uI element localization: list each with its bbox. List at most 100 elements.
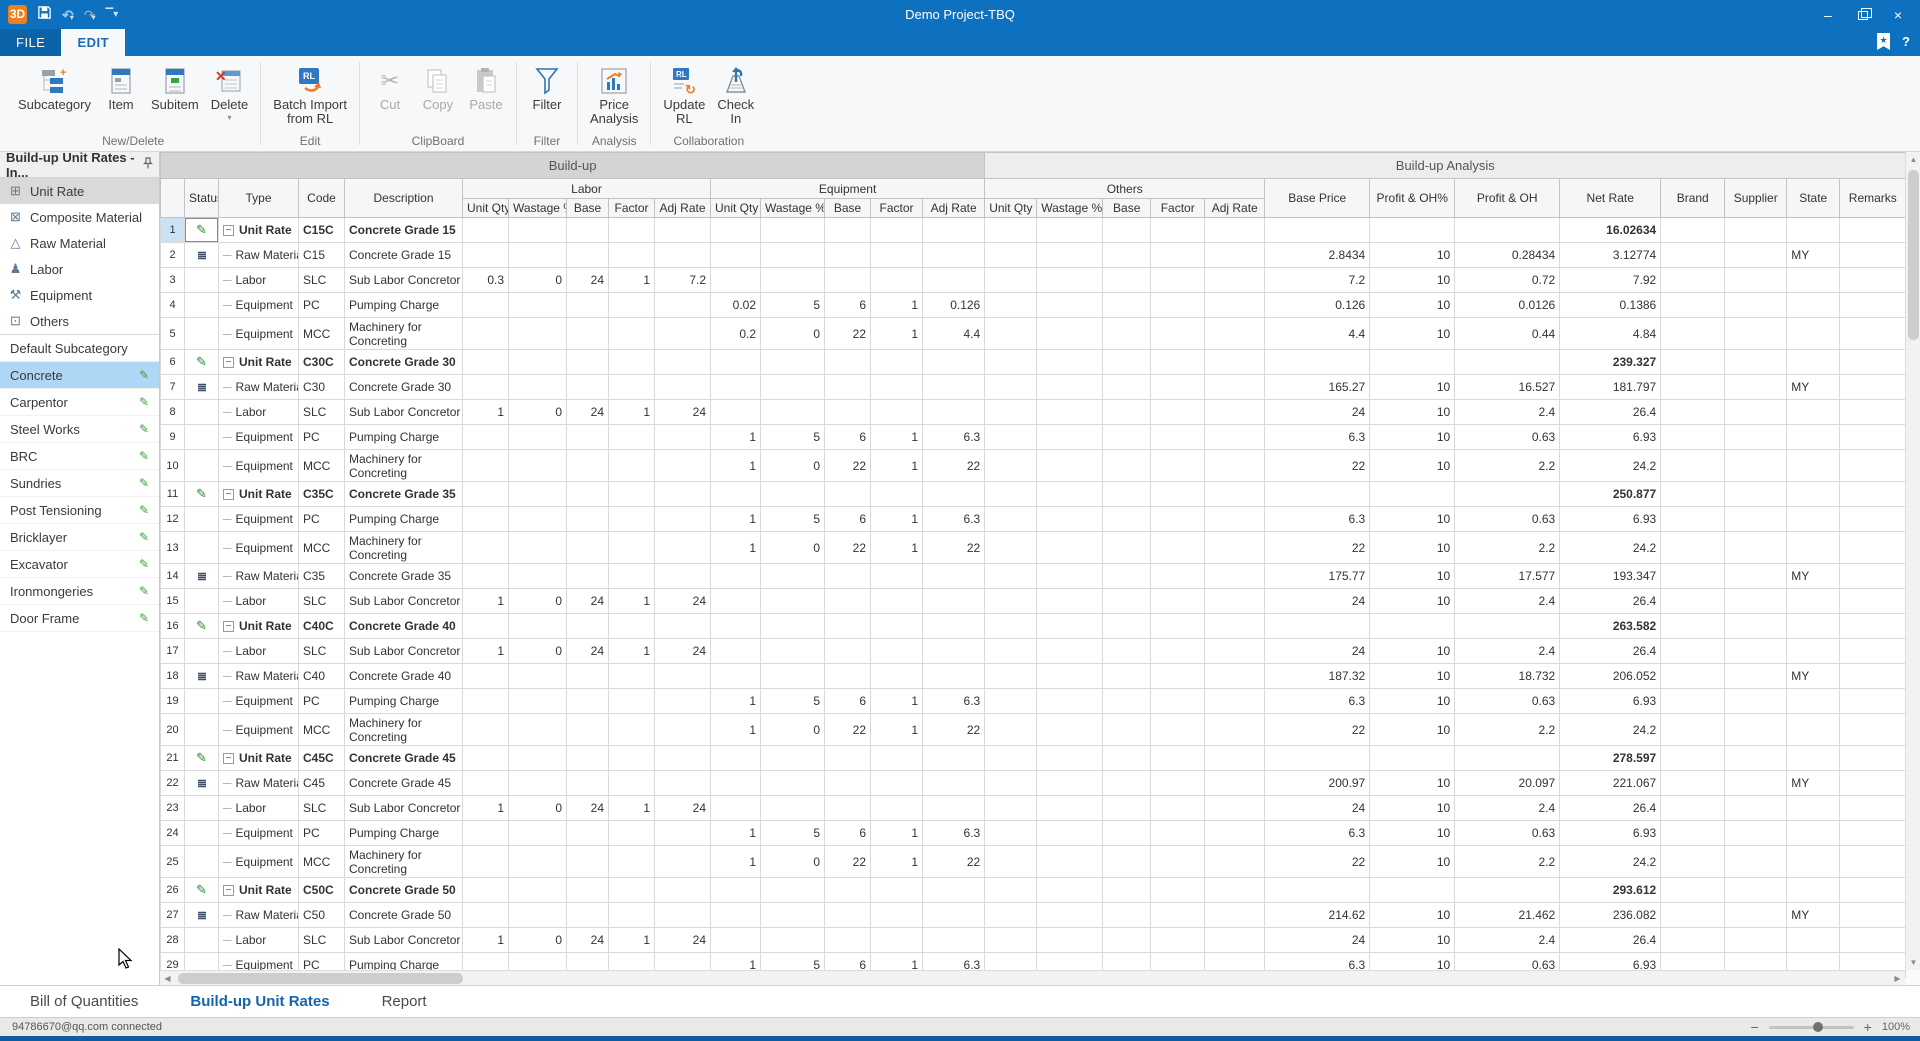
supplier-cell[interactable] (1725, 268, 1787, 293)
others-value-cell[interactable] (1037, 746, 1103, 771)
labor-value-cell[interactable]: 24 (655, 639, 711, 664)
equip-value-cell[interactable]: 6 (825, 689, 871, 714)
labor-value-cell[interactable] (567, 532, 609, 564)
others-value-cell[interactable] (985, 375, 1037, 400)
type-cell[interactable]: −Unit Rate (219, 878, 299, 903)
equip-value-cell[interactable] (871, 243, 923, 268)
others-value-cell[interactable] (1205, 589, 1265, 614)
labor-value-cell[interactable] (609, 318, 655, 350)
state-cell[interactable] (1787, 928, 1840, 953)
sub-header-wastage-[interactable]: Wastage % (761, 199, 825, 218)
labor-value-cell[interactable]: 0.3 (463, 268, 509, 293)
description-cell[interactable]: Pumping Charge (345, 507, 463, 532)
equip-value-cell[interactable] (711, 639, 761, 664)
equip-value-cell[interactable] (871, 928, 923, 953)
profit-oh-cell[interactable]: 21.462 (1455, 903, 1560, 928)
equip-value-cell[interactable] (871, 218, 923, 243)
base-price-cell[interactable]: 24 (1265, 796, 1370, 821)
table-row[interactable]: 24─EquipmentPCPumping Charge15616.36.310… (161, 821, 1906, 846)
others-value-cell[interactable] (985, 450, 1037, 482)
equip-value-cell[interactable] (825, 243, 871, 268)
labor-value-cell[interactable]: 1 (463, 639, 509, 664)
profit-oh-cell[interactable]: 0.63 (1455, 507, 1560, 532)
labor-value-cell[interactable] (463, 746, 509, 771)
equip-value-cell[interactable]: 22 (825, 450, 871, 482)
labor-value-cell[interactable] (463, 218, 509, 243)
description-cell[interactable]: Pumping Charge (345, 821, 463, 846)
others-value-cell[interactable] (985, 664, 1037, 689)
row-number[interactable]: 27 (161, 903, 185, 928)
labor-value-cell[interactable] (609, 903, 655, 928)
row-number[interactable]: 21 (161, 746, 185, 771)
equip-value-cell[interactable]: 1 (871, 689, 923, 714)
labor-value-cell[interactable] (463, 532, 509, 564)
subcategory-concrete[interactable]: Concrete✎ (0, 362, 159, 389)
equip-value-cell[interactable] (923, 771, 985, 796)
net-rate-cell[interactable]: 26.4 (1560, 639, 1661, 664)
brand-cell[interactable] (1661, 664, 1725, 689)
others-value-cell[interactable] (1103, 771, 1151, 796)
brand-cell[interactable] (1661, 400, 1725, 425)
others-value-cell[interactable] (1151, 400, 1205, 425)
labor-value-cell[interactable] (655, 450, 711, 482)
status-cell[interactable] (185, 639, 219, 664)
column-header-code[interactable]: Code (299, 179, 345, 218)
labor-value-cell[interactable] (509, 532, 567, 564)
labor-value-cell[interactable] (655, 614, 711, 639)
equip-value-cell[interactable] (711, 268, 761, 293)
base-price-cell[interactable]: 6.3 (1265, 689, 1370, 714)
labor-value-cell[interactable] (463, 564, 509, 589)
others-value-cell[interactable] (1103, 425, 1151, 450)
others-value-cell[interactable] (1205, 639, 1265, 664)
check-in-button[interactable]: Check In (711, 60, 760, 126)
supplier-cell[interactable] (1725, 928, 1787, 953)
labor-value-cell[interactable]: 0 (509, 639, 567, 664)
labor-value-cell[interactable] (463, 450, 509, 482)
column-header-remarks[interactable]: Remarks (1840, 179, 1906, 218)
equip-value-cell[interactable] (825, 664, 871, 689)
labor-value-cell[interactable]: 1 (463, 400, 509, 425)
labor-value-cell[interactable]: 24 (567, 400, 609, 425)
profit-oh-pct-cell[interactable]: 10 (1370, 532, 1455, 564)
profit-oh-pct-cell[interactable]: 10 (1370, 639, 1455, 664)
net-rate-cell[interactable]: 3.12774 (1560, 243, 1661, 268)
equip-value-cell[interactable]: 5 (761, 821, 825, 846)
others-value-cell[interactable] (1037, 532, 1103, 564)
others-value-cell[interactable] (1205, 903, 1265, 928)
price-analysis-button[interactable]: Price Analysis (584, 60, 644, 126)
equip-value-cell[interactable] (761, 796, 825, 821)
table-row[interactable]: 12─EquipmentPCPumping Charge15616.36.310… (161, 507, 1906, 532)
labor-value-cell[interactable] (567, 689, 609, 714)
equip-value-cell[interactable] (711, 928, 761, 953)
labor-value-cell[interactable] (609, 821, 655, 846)
others-value-cell[interactable] (1037, 796, 1103, 821)
table-row[interactable]: 9─EquipmentPCPumping Charge15616.36.3100… (161, 425, 1906, 450)
equip-value-cell[interactable] (871, 268, 923, 293)
code-cell[interactable]: SLC (299, 400, 345, 425)
description-cell[interactable]: Concrete Grade 50 (345, 878, 463, 903)
equip-value-cell[interactable] (825, 796, 871, 821)
horizontal-scroll-thumb[interactable] (178, 973, 463, 984)
state-cell[interactable] (1787, 318, 1840, 350)
net-rate-cell[interactable]: 236.082 (1560, 903, 1661, 928)
equip-value-cell[interactable]: 22 (923, 846, 985, 878)
state-cell[interactable] (1787, 507, 1840, 532)
net-rate-cell[interactable]: 193.347 (1560, 564, 1661, 589)
tab-file[interactable]: FILE (0, 29, 61, 56)
equip-value-cell[interactable] (711, 350, 761, 375)
view-tab-build-up-unit-rates[interactable]: Build-up Unit Rates (190, 993, 329, 1010)
edit-pencil-icon[interactable]: ✎ (139, 584, 149, 598)
labor-value-cell[interactable] (655, 375, 711, 400)
labor-value-cell[interactable] (509, 564, 567, 589)
code-cell[interactable]: PC (299, 689, 345, 714)
column-header-state[interactable]: State (1787, 179, 1840, 218)
labor-value-cell[interactable] (567, 714, 609, 746)
equip-value-cell[interactable] (923, 400, 985, 425)
labor-value-cell[interactable] (463, 293, 509, 318)
others-value-cell[interactable] (985, 614, 1037, 639)
net-rate-cell[interactable]: 24.2 (1560, 532, 1661, 564)
profit-oh-cell[interactable]: 2.2 (1455, 532, 1560, 564)
others-value-cell[interactable] (985, 293, 1037, 318)
labor-value-cell[interactable] (463, 318, 509, 350)
equip-value-cell[interactable] (761, 400, 825, 425)
